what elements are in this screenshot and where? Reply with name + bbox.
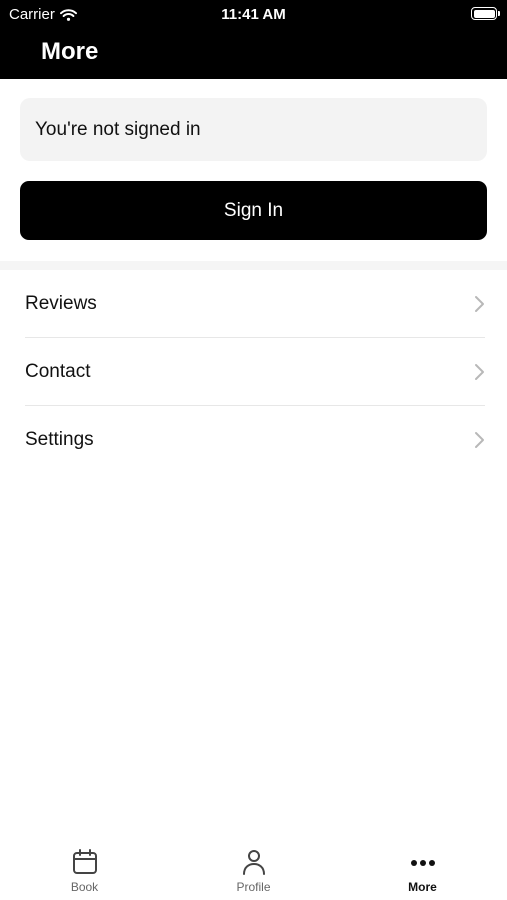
- calendar-icon: [72, 849, 97, 874]
- menu-item-label: Reviews: [25, 293, 97, 314]
- clock: 11:41 AM: [221, 6, 286, 23]
- person-icon: [242, 850, 265, 875]
- menu-item-reviews[interactable]: Reviews: [0, 270, 507, 338]
- navigation-bar: More: [0, 28, 507, 79]
- menu-item-label: Contact: [25, 361, 91, 382]
- tab-more[interactable]: More: [338, 838, 507, 900]
- chevron-right-icon: [475, 364, 484, 380]
- tab-bar: Book Profile More: [0, 838, 507, 900]
- tab-book[interactable]: Book: [0, 838, 169, 900]
- tab-profile[interactable]: Profile: [169, 838, 338, 900]
- tab-label: More: [408, 880, 437, 894]
- chevron-right-icon: [475, 432, 484, 448]
- section-divider: [0, 261, 507, 270]
- page-title: More: [41, 38, 99, 65]
- battery-icon: [471, 7, 500, 20]
- menu-item-settings[interactable]: Settings: [0, 406, 507, 474]
- tab-label: Profile: [236, 880, 271, 894]
- menu-item-contact[interactable]: Contact: [0, 338, 507, 406]
- tab-label: Book: [70, 880, 99, 894]
- menu-item-label: Settings: [25, 429, 94, 450]
- chevron-right-icon: [475, 296, 484, 312]
- ellipsis-icon: [410, 860, 435, 866]
- more-menu-list: Reviews Contact Settings: [0, 270, 507, 474]
- sign-in-button[interactable]: Sign In: [20, 181, 487, 240]
- status-bar: Carrier 11:41 AM: [0, 0, 507, 28]
- signin-status-notice: You're not signed in: [20, 98, 487, 161]
